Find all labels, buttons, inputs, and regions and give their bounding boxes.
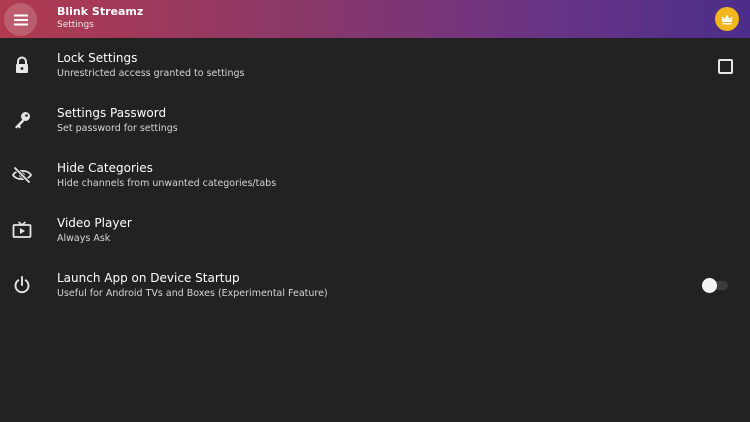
setting-title: Video Player: [57, 216, 132, 230]
key-icon: [11, 109, 33, 131]
setting-launch-on-startup[interactable]: Launch App on Device Startup Useful for …: [0, 258, 750, 313]
settings-list: Lock Settings Unrestricted access grante…: [0, 38, 750, 313]
setting-text: Settings Password Set password for setti…: [57, 106, 178, 136]
menu-button[interactable]: [4, 3, 37, 36]
setting-text: Video Player Always Ask: [57, 216, 132, 246]
toggle-knob: [702, 278, 717, 293]
page-subtitle: Settings: [57, 20, 94, 30]
setting-description: Hide channels from unwanted categories/t…: [57, 178, 277, 189]
setting-description: Unrestricted access granted to settings: [57, 68, 245, 79]
setting-title: Launch App on Device Startup: [57, 271, 240, 285]
setting-title: Lock Settings: [57, 51, 138, 65]
setting-title: Hide Categories: [57, 161, 153, 175]
power-icon: [11, 274, 33, 296]
setting-settings-password[interactable]: Settings Password Set password for setti…: [0, 93, 750, 148]
premium-button[interactable]: [715, 7, 739, 31]
lock-icon: [11, 54, 33, 76]
setting-lock-settings[interactable]: Lock Settings Unrestricted access grante…: [0, 38, 750, 93]
hamburger-menu-icon: [13, 14, 28, 25]
lock-settings-checkbox[interactable]: [718, 59, 733, 74]
setting-video-player[interactable]: Video Player Always Ask: [0, 203, 750, 258]
setting-description: Always Ask: [57, 233, 111, 244]
eye-off-icon: [11, 164, 33, 186]
setting-description: Set password for settings: [57, 123, 178, 134]
setting-text: Hide Categories Hide channels from unwan…: [57, 161, 276, 191]
setting-text: Lock Settings Unrestricted access grante…: [57, 51, 244, 81]
title-block: Blink Streamz Settings: [57, 6, 143, 30]
launch-on-startup-toggle[interactable]: [700, 278, 728, 293]
crown-icon: [721, 14, 733, 25]
setting-description: Useful for Android TVs and Boxes (Experi…: [57, 288, 328, 299]
app-bar: Blink Streamz Settings: [0, 0, 750, 38]
setting-text: Launch App on Device Startup Useful for …: [57, 271, 328, 301]
setting-title: Settings Password: [57, 106, 167, 120]
setting-hide-categories[interactable]: Hide Categories Hide channels from unwan…: [0, 148, 750, 203]
app-title: Blink Streamz: [57, 5, 144, 18]
video-player-icon: [11, 219, 33, 241]
